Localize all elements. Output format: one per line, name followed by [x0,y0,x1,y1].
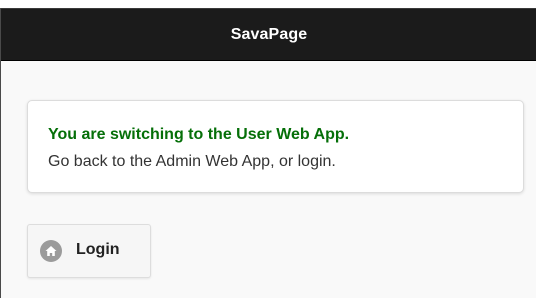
login-button[interactable]: Login [27,224,151,278]
app-header: SavaPage [1,8,536,61]
home-icon [40,240,62,262]
app-title: SavaPage [230,25,308,43]
app-frame: SavaPage You are switching to the User W… [0,8,536,298]
message-title: You are switching to the User Web App. [48,126,350,143]
login-label: Login [76,241,120,258]
message-text: Go back to the Admin Web App, or login. [48,153,336,170]
switch-message-box: You are switching to the User Web App. G… [27,100,524,193]
